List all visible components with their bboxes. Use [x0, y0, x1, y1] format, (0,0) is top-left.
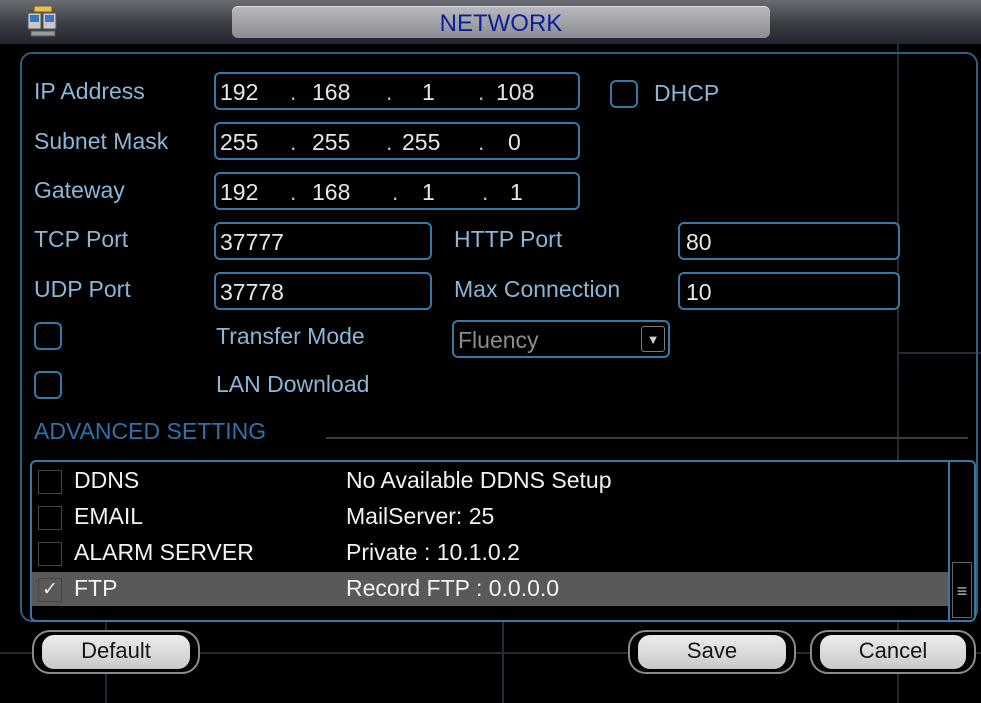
octet-separator: . — [478, 129, 485, 155]
network-settings-icon — [27, 5, 57, 37]
transfer-mode-select[interactable]: Fluency ▼ — [452, 320, 670, 358]
list-item-ddns[interactable]: DDNS No Available DDNS Setup — [32, 464, 948, 498]
octet-separator: . — [386, 129, 393, 155]
list-item-email[interactable]: EMAIL MailServer: 25 — [32, 500, 948, 534]
window-title: NETWORK — [439, 10, 563, 37]
row-checkbox[interactable]: ✓ — [38, 578, 62, 602]
checkmark-icon: ✓ — [42, 579, 58, 600]
list-item-ftp[interactable]: ✓ FTP Record FTP : 0.0.0.0 — [32, 572, 948, 606]
max-connection-field[interactable]: 10 — [678, 272, 900, 310]
ip-octet-3[interactable]: 1 — [422, 79, 435, 106]
title-plate: NETWORK — [232, 6, 770, 38]
chevron-down-icon[interactable]: ▼ — [641, 326, 665, 352]
http-port-value: 80 — [686, 229, 712, 255]
subnet-mask-label: Subnet Mask — [34, 128, 169, 154]
dhcp-label: DHCP — [654, 80, 720, 106]
save-button-label: Save — [638, 635, 786, 669]
http-port-field[interactable]: 80 — [678, 222, 900, 260]
gateway-octet-2[interactable]: 168 — [312, 179, 350, 206]
ip-octet-2[interactable]: 168 — [312, 79, 350, 106]
advanced-setting-title: ADVANCED SETTING — [34, 418, 267, 444]
row-description: No Available DDNS Setup — [346, 467, 612, 493]
octet-separator: . — [482, 179, 489, 205]
row-description: Record FTP : 0.0.0.0 — [346, 575, 560, 601]
frame-line — [502, 622, 504, 703]
row-name: ALARM SERVER — [74, 539, 254, 565]
ip-address-field[interactable]: 192 . 168 . 1 . 108 — [214, 72, 580, 110]
transfer-mode-label: Transfer Mode — [216, 323, 365, 349]
udp-port-label: UDP Port — [34, 276, 131, 302]
subnet-octet-3[interactable]: 255 — [402, 129, 440, 156]
dhcp-checkbox[interactable] — [610, 80, 638, 108]
row-description: Private : 10.1.0.2 — [346, 539, 520, 565]
row-checkbox[interactable] — [38, 470, 62, 494]
advanced-settings-list: DDNS No Available DDNS Setup EMAIL MailS… — [30, 460, 976, 622]
octet-separator: . — [478, 79, 485, 105]
default-button-label: Default — [42, 635, 190, 669]
row-name: EMAIL — [74, 503, 144, 529]
tcp-port-value: 37777 — [220, 229, 284, 255]
octet-separator: . — [290, 179, 297, 205]
transfer-mode-value: Fluency — [458, 327, 539, 353]
gateway-octet-1[interactable]: 192 — [220, 179, 258, 206]
gateway-octet-3[interactable]: 1 — [422, 179, 435, 206]
cancel-button[interactable]: Cancel — [810, 630, 976, 674]
max-connection-label: Max Connection — [454, 276, 621, 302]
subnet-octet-1[interactable]: 255 — [220, 129, 258, 156]
http-port-label: HTTP Port — [454, 226, 563, 252]
title-bar: NETWORK — [0, 0, 981, 44]
tcp-port-label: TCP Port — [34, 226, 129, 252]
section-divider — [326, 437, 968, 439]
lan-download-label: LAN Download — [216, 371, 370, 397]
list-item-alarm-server[interactable]: ALARM SERVER Private : 10.1.0.2 — [32, 536, 948, 570]
ip-octet-4[interactable]: 108 — [496, 79, 534, 106]
list-scrollbar[interactable]: ≡ — [948, 462, 974, 620]
network-settings-screen: NETWORK IP Address 192 . 168 . 1 . 108 D… — [0, 0, 981, 703]
row-description: MailServer: 25 — [346, 503, 495, 529]
udp-port-value: 37778 — [220, 279, 284, 305]
gateway-octet-4[interactable]: 1 — [510, 179, 523, 206]
save-button[interactable]: Save — [628, 630, 796, 674]
octet-separator: . — [290, 79, 297, 105]
gateway-label: Gateway — [34, 177, 125, 203]
lan-download-checkbox[interactable] — [34, 371, 62, 399]
ip-octet-1[interactable]: 192 — [220, 79, 258, 106]
udp-port-field[interactable]: 37778 — [214, 272, 432, 310]
subnet-mask-field[interactable]: 255 . 255 . 255 . 0 — [214, 122, 580, 160]
default-button[interactable]: Default — [32, 630, 200, 674]
gateway-field[interactable]: 192 . 168 . 1 . 1 — [214, 172, 580, 210]
ip-address-label: IP Address — [34, 78, 145, 104]
tcp-port-field[interactable]: 37777 — [214, 222, 432, 260]
cancel-button-label: Cancel — [820, 635, 966, 669]
row-checkbox[interactable] — [38, 542, 62, 566]
grip-lines-icon[interactable]: ≡ — [952, 562, 972, 618]
row-name: FTP — [74, 575, 118, 601]
row-name: DDNS — [74, 467, 140, 493]
subnet-octet-2[interactable]: 255 — [312, 129, 350, 156]
row-checkbox[interactable] — [38, 506, 62, 530]
octet-separator: . — [392, 179, 399, 205]
max-connection-value: 10 — [686, 279, 712, 305]
octet-separator: . — [290, 129, 297, 155]
transfer-mode-checkbox[interactable] — [34, 322, 62, 350]
subnet-octet-4[interactable]: 0 — [508, 129, 521, 156]
octet-separator: . — [386, 79, 393, 105]
